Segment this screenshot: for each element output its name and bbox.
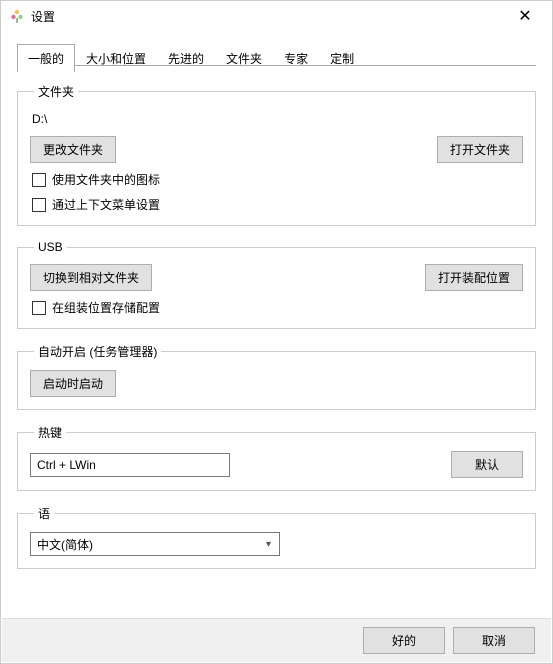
tab-advanced[interactable]: 先进的 bbox=[157, 44, 215, 72]
group-autostart: 自动开启 (任务管理器) 启动时启动 bbox=[17, 343, 536, 410]
switch-relative-folder-button[interactable]: 切换到相对文件夹 bbox=[30, 264, 152, 291]
tab-size-position[interactable]: 大小和位置 bbox=[75, 44, 157, 72]
checkbox-icon bbox=[32, 173, 46, 187]
folder-path: D:\ bbox=[32, 112, 521, 126]
dialog-footer: 好的 取消 bbox=[2, 618, 551, 662]
group-language-legend: 语 bbox=[34, 505, 54, 522]
tabs-underline bbox=[17, 65, 536, 66]
start-on-boot-button[interactable]: 启动时启动 bbox=[30, 370, 116, 397]
language-selected: 中文(简体) bbox=[37, 536, 93, 553]
group-autostart-legend: 自动开启 (任务管理器) bbox=[34, 343, 161, 360]
via-context-menu-label: 通过上下文菜单设置 bbox=[52, 196, 160, 213]
use-folder-icons-checkbox[interactable]: 使用文件夹中的图标 bbox=[32, 171, 521, 188]
tab-custom[interactable]: 定制 bbox=[319, 44, 365, 72]
ok-button[interactable]: 好的 bbox=[363, 627, 445, 654]
store-config-install-label: 在组装位置存储配置 bbox=[52, 299, 160, 316]
language-select[interactable]: 中文(简体) ▾ bbox=[30, 532, 280, 556]
close-icon: ✕ bbox=[518, 6, 531, 26]
tab-expert[interactable]: 专家 bbox=[273, 44, 319, 72]
checkbox-icon bbox=[32, 198, 46, 212]
open-folder-button[interactable]: 打开文件夹 bbox=[437, 136, 523, 163]
tab-content-general: 文件夹 D:\ 更改文件夹 打开文件夹 使用文件夹中的图标 通过上下文菜单设置 … bbox=[1, 71, 552, 569]
group-usb-legend: USB bbox=[34, 240, 67, 254]
app-icon bbox=[9, 8, 25, 24]
chevron-down-icon: ▾ bbox=[266, 539, 271, 550]
tabs: 一般的 大小和位置 先进的 文件夹 专家 定制 bbox=[17, 43, 552, 71]
open-install-location-button[interactable]: 打开装配位置 bbox=[425, 264, 523, 291]
tab-folders[interactable]: 文件夹 bbox=[215, 44, 273, 72]
store-config-install-checkbox[interactable]: 在组装位置存储配置 bbox=[32, 299, 521, 316]
close-button[interactable]: ✕ bbox=[502, 2, 548, 30]
group-language: 语 中文(简体) ▾ bbox=[17, 505, 536, 569]
group-folder: 文件夹 D:\ 更改文件夹 打开文件夹 使用文件夹中的图标 通过上下文菜单设置 bbox=[17, 83, 536, 226]
group-hotkey: 热键 默认 bbox=[17, 424, 536, 491]
group-hotkey-legend: 热键 bbox=[34, 424, 66, 441]
change-folder-button[interactable]: 更改文件夹 bbox=[30, 136, 116, 163]
use-folder-icons-label: 使用文件夹中的图标 bbox=[52, 171, 160, 188]
titlebar: 设置 ✕ bbox=[1, 1, 552, 31]
group-usb: USB 切换到相对文件夹 打开装配位置 在组装位置存储配置 bbox=[17, 240, 536, 329]
group-folder-legend: 文件夹 bbox=[34, 83, 78, 100]
checkbox-icon bbox=[32, 301, 46, 315]
tab-general[interactable]: 一般的 bbox=[17, 44, 75, 72]
window-title: 设置 bbox=[31, 8, 502, 25]
cancel-button[interactable]: 取消 bbox=[453, 627, 535, 654]
hotkey-default-button[interactable]: 默认 bbox=[451, 451, 523, 478]
via-context-menu-checkbox[interactable]: 通过上下文菜单设置 bbox=[32, 196, 521, 213]
hotkey-input[interactable] bbox=[30, 453, 230, 477]
